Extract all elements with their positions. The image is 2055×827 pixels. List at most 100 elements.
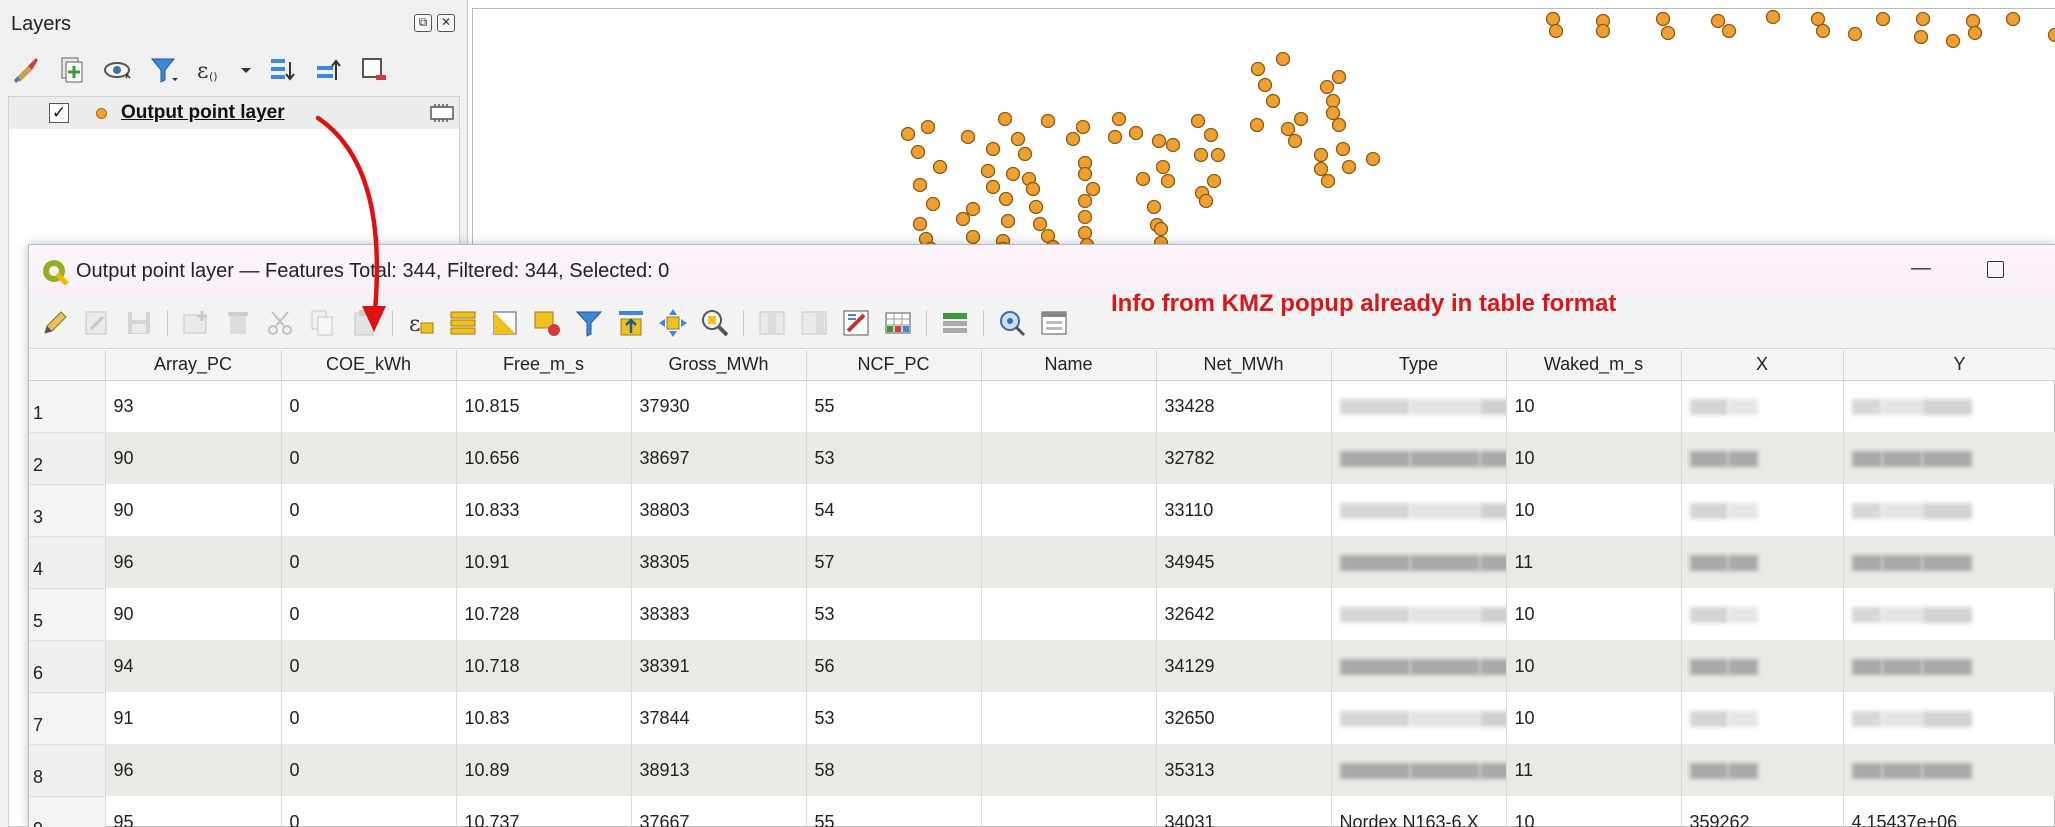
minimize-button[interactable]: — [1901, 257, 1941, 285]
map-point-feature[interactable] [1287, 133, 1303, 149]
cell-net-mwh[interactable]: 32782 [1156, 432, 1332, 484]
map-point-feature[interactable] [980, 163, 996, 179]
map-point-feature[interactable] [998, 191, 1014, 207]
cell-net-mwh[interactable]: 32650 [1156, 692, 1332, 744]
cell-waked-m-s[interactable]: 10 [1506, 692, 1682, 744]
map-point-feature[interactable] [1203, 127, 1219, 143]
map-point-feature[interactable] [932, 159, 948, 175]
map-point-feature[interactable] [1313, 161, 1329, 177]
cell-type[interactable] [1331, 744, 1507, 796]
maximize-button[interactable] [1987, 261, 2004, 278]
map-point-feature[interactable] [1190, 113, 1206, 129]
move-top-icon[interactable] [615, 307, 647, 339]
map-point-feature[interactable] [1040, 113, 1056, 129]
cell-type[interactable] [1331, 484, 1507, 536]
cell-waked-m-s[interactable]: 10 [1506, 432, 1682, 484]
table-row[interactable]: 7 91 0 10.83 37844 53 32650 10 [29, 692, 2055, 745]
map-point-feature[interactable] [985, 179, 1001, 195]
map-point-feature[interactable] [1085, 181, 1101, 197]
map-point-feature[interactable] [920, 119, 936, 135]
map-point-feature[interactable] [912, 216, 928, 232]
paste-icon[interactable] [348, 307, 380, 339]
expand-all-icon[interactable] [266, 54, 298, 86]
column-header[interactable]: Name [981, 350, 1157, 381]
map-point-feature[interactable] [925, 196, 941, 212]
cell-x[interactable] [1681, 744, 1844, 796]
cell-waked-m-s[interactable]: 10 [1506, 796, 1682, 827]
column-header[interactable]: Array_PC [105, 350, 282, 381]
chevron-down-icon[interactable] [240, 54, 252, 86]
cell-free-m-s[interactable]: 10.89 [456, 744, 632, 796]
map-point-feature[interactable] [1319, 79, 1335, 95]
cell-y[interactable] [1843, 484, 2055, 536]
map-point-feature[interactable] [1077, 225, 1093, 241]
map-point-feature[interactable] [1815, 23, 1831, 39]
map-point-feature[interactable] [1595, 23, 1611, 39]
map-point-feature[interactable] [1913, 29, 1929, 45]
cell-free-m-s[interactable]: 10.737 [456, 796, 632, 827]
cell-x[interactable] [1681, 380, 1844, 432]
cell-array-pc[interactable]: 90 [105, 432, 282, 484]
row-number[interactable]: 8 [29, 744, 106, 797]
cell-type[interactable] [1331, 588, 1507, 640]
cell-ncf-pc[interactable]: 58 [806, 744, 982, 796]
map-point-feature[interactable] [1965, 13, 1981, 29]
layer-name[interactable]: Output point layer [121, 102, 285, 124]
cell-net-mwh[interactable]: 35313 [1156, 744, 1332, 796]
cell-coe-kwh[interactable]: 0 [281, 692, 457, 744]
cell-gross-mwh[interactable]: 38913 [631, 744, 807, 796]
map-point-feature[interactable] [2005, 11, 2021, 27]
map-point-feature[interactable] [1077, 166, 1093, 182]
actions-icon[interactable] [996, 307, 1028, 339]
cell-waked-m-s[interactable]: 11 [1506, 536, 1682, 588]
cell-type[interactable]: Nordex N163-6.X [1331, 796, 1507, 827]
map-point-feature[interactable] [1210, 147, 1226, 163]
dock-icon[interactable] [939, 307, 971, 339]
map-point-feature[interactable] [1331, 117, 1347, 133]
map-point-feature[interactable] [1548, 23, 1564, 39]
map-point-feature[interactable] [965, 201, 981, 217]
cell-gross-mwh[interactable]: 37930 [631, 380, 807, 432]
cell-coe-kwh[interactable]: 0 [281, 744, 457, 796]
cell-name[interactable] [981, 484, 1157, 536]
cell-type[interactable] [1331, 640, 1507, 692]
map-point-feature[interactable] [1721, 23, 1737, 39]
pan-to-icon[interactable] [657, 307, 689, 339]
map-point-feature[interactable] [1206, 173, 1222, 189]
map-point-feature[interactable] [1325, 93, 1341, 109]
map-point-feature[interactable] [1249, 117, 1265, 133]
row-number[interactable]: 2 [29, 432, 106, 485]
cell-ncf-pc[interactable]: 53 [806, 432, 982, 484]
map-point-feature[interactable] [1293, 111, 1309, 127]
cell-name[interactable] [981, 432, 1157, 484]
map-point-feature[interactable] [985, 141, 1001, 157]
cell-ncf-pc[interactable]: 57 [806, 536, 982, 588]
cell-array-pc[interactable]: 91 [105, 692, 282, 744]
cell-net-mwh[interactable]: 33110 [1156, 484, 1332, 536]
column-header[interactable]: Y [1843, 350, 2055, 381]
undock-icon[interactable]: ⧉ [414, 14, 432, 32]
cell-free-m-s[interactable]: 10.91 [456, 536, 632, 588]
cell-coe-kwh[interactable]: 0 [281, 432, 457, 484]
table-row[interactable]: 3 90 0 10.833 38803 54 33110 10 [29, 484, 2055, 537]
map-point-feature[interactable] [1032, 216, 1048, 232]
cell-gross-mwh[interactable]: 37844 [631, 692, 807, 744]
map-point-feature[interactable] [1365, 151, 1381, 167]
cell-net-mwh[interactable]: 32642 [1156, 588, 1332, 640]
field-calculator-icon[interactable] [840, 307, 872, 339]
deselect-icon[interactable] [531, 307, 563, 339]
cell-y[interactable] [1843, 536, 2055, 588]
map-point-feature[interactable] [1945, 33, 1961, 49]
cell-type[interactable] [1331, 432, 1507, 484]
close-panel-icon[interactable]: ✕ [437, 14, 455, 32]
cell-gross-mwh[interactable]: 37667 [631, 796, 807, 827]
map-point-feature[interactable] [1005, 166, 1021, 182]
cell-coe-kwh[interactable]: 0 [281, 796, 457, 827]
row-number[interactable]: 9 [29, 796, 106, 827]
cell-y[interactable] [1843, 588, 2055, 640]
table-row[interactable]: 995010.7373766755 34031Nordex N163-6.X103… [29, 796, 2055, 827]
new-field-icon[interactable] [756, 307, 788, 339]
row-number[interactable]: 3 [29, 484, 106, 537]
map-point-feature[interactable] [1146, 199, 1162, 215]
filter-expression-icon[interactable]: ε() [194, 54, 226, 86]
